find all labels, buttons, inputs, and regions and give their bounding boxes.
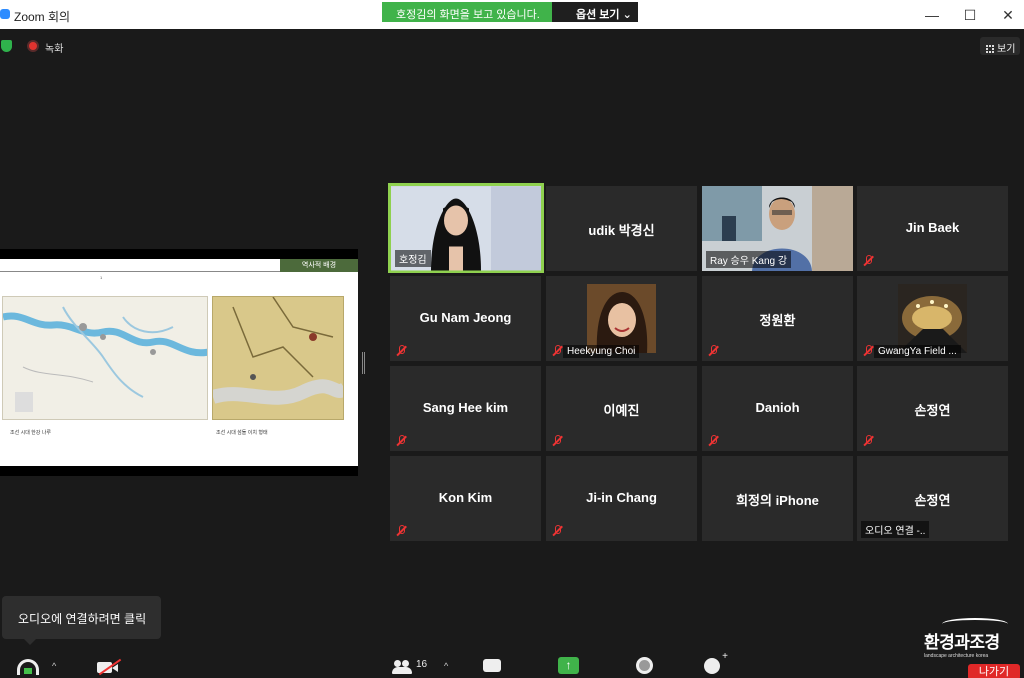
shared-screen[interactable]: 역사적 배경 1 조선 시대 한강 나루 조선 시대 섬돌 이치 형태	[0, 249, 358, 476]
participant-name: Danioh	[755, 400, 800, 415]
participant-tile[interactable]: 호정김	[388, 183, 544, 273]
participant-name: Kon Kim	[438, 490, 493, 505]
participant-tile[interactable]: 이예진	[546, 366, 697, 451]
participant-name: 희정의 iPhone	[736, 493, 819, 508]
participant-avatar	[587, 284, 656, 353]
participant-tile[interactable]: Heekyung Choi	[546, 276, 697, 361]
old-map-image	[212, 296, 344, 420]
mic-muted-icon	[708, 345, 718, 356]
view-button[interactable]: 보기	[980, 37, 1020, 55]
presentation-slide: 역사적 배경 1 조선 시대 한강 나루 조선 시대 섬돌 이치 형태	[0, 259, 358, 466]
share-banner: 호정김의 화면을 보고 있습니다. 옵션 보기 ⌄	[382, 2, 638, 22]
participant-name: GwangYa Field ...	[874, 345, 961, 358]
participant-count: 16	[416, 659, 428, 670]
reactions-icon[interactable]	[704, 651, 728, 674]
mic-muted-icon	[863, 345, 873, 356]
participant-name: Heekyung Choi	[563, 345, 640, 358]
security-shield-icon[interactable]	[1, 40, 12, 52]
participant-tile[interactable]: Danioh	[702, 366, 853, 451]
participant-tile[interactable]: udik 박경신	[546, 186, 697, 271]
participant-name: udik 박경신	[588, 223, 655, 238]
record-indicator-icon	[27, 40, 39, 52]
mic-muted-icon	[396, 345, 406, 356]
join-audio-headphone-icon[interactable]	[17, 659, 39, 675]
mic-muted-icon	[863, 435, 873, 446]
panel-splitter-handle[interactable]	[362, 352, 365, 374]
participant-tile[interactable]: 희정의 iPhone	[702, 456, 853, 541]
grid-view-icon	[986, 45, 994, 53]
slide-header-tag: 역사적 배경	[280, 259, 358, 272]
maximize-button[interactable]: ☐	[960, 5, 980, 25]
slide-page-number: 1	[100, 275, 103, 280]
mic-muted-icon	[552, 435, 562, 446]
publisher-watermark: 환경과조경 landscape architecture korea	[924, 618, 1020, 659]
watermark-subtitle: landscape architecture korea	[924, 653, 989, 659]
participant-name: 정원환	[759, 313, 796, 328]
participant-avatar	[898, 284, 967, 353]
leave-meeting-button[interactable]: 나가기	[968, 664, 1020, 678]
share-screen-icon[interactable]: ↑	[558, 657, 579, 674]
slide-divider	[0, 271, 280, 272]
mic-muted-icon	[396, 525, 406, 536]
mic-muted-icon	[552, 345, 562, 356]
watermark-title: 환경과조경	[924, 633, 1000, 652]
start-video-icon[interactable]	[97, 658, 122, 676]
participant-tile[interactable]: 정원환	[702, 276, 853, 361]
participant-tile[interactable]: Ji-in Chang	[546, 456, 697, 541]
view-label: 보기	[997, 44, 1016, 55]
participant-name: 호정김	[395, 250, 431, 267]
participant-name: Jin Baek	[905, 220, 960, 235]
participant-name: 손정연	[914, 403, 951, 418]
map-caption-left: 조선 시대 한강 나루	[10, 430, 51, 436]
map-caption-right: 조선 시대 섬돌 이치 형태	[216, 430, 268, 436]
share-banner-message: 호정김의 화면을 보고 있습니다.	[382, 2, 552, 22]
chat-icon[interactable]	[483, 659, 501, 672]
participant-name: Ray 승우 Kang 강	[706, 251, 792, 268]
title-bar: Zoom 회의 호정김의 화면을 보고 있습니다. 옵션 보기 ⌄ — ☐ ✕	[0, 0, 1024, 29]
participant-name: 이예진	[603, 403, 640, 418]
watermark-arc	[942, 618, 1008, 630]
record-label: 녹화	[45, 44, 64, 55]
record-icon[interactable]	[636, 657, 653, 674]
participant-name: Gu Nam Jeong	[419, 310, 512, 325]
participant-name: Ji-in Chang	[586, 490, 657, 505]
han-river-map	[2, 296, 208, 420]
participant-tile[interactable]: 손정연	[857, 366, 1008, 451]
participant-tile[interactable]: Kon Kim	[390, 456, 541, 541]
participant-tile[interactable]: Gu Nam Jeong	[390, 276, 541, 361]
audio-connect-tooltip[interactable]: 오디오에 연결하려면 클릭	[2, 596, 161, 645]
participants-icon[interactable]	[392, 660, 414, 674]
participant-name: Sang Hee kim	[422, 400, 509, 415]
mic-muted-icon	[552, 525, 562, 536]
zoom-app-icon	[0, 9, 10, 19]
view-options-button[interactable]: 옵션 보기 ⌄	[552, 2, 638, 22]
mic-muted-icon	[863, 255, 873, 266]
minimize-button[interactable]: —	[922, 5, 942, 25]
mic-muted-icon	[396, 435, 406, 446]
window-title: Zoom 회의	[14, 10, 71, 24]
participant-tile[interactable]: Ray 승우 Kang 강	[702, 186, 853, 271]
participants-options-caret-icon[interactable]: ^	[444, 661, 448, 671]
participant-tile[interactable]: Sang Hee kim	[390, 366, 541, 451]
audio-connecting-status: 오디오 연결 -..	[861, 521, 930, 538]
mic-muted-icon	[708, 435, 718, 446]
audio-options-caret-icon[interactable]: ^	[52, 661, 56, 671]
participant-tile[interactable]: GwangYa Field ...	[857, 276, 1008, 361]
close-button[interactable]: ✕	[998, 5, 1018, 25]
participant-tile[interactable]: Jin Baek	[857, 186, 1008, 271]
participant-name: 손정연	[914, 493, 951, 508]
participant-tile[interactable]: 손정연 오디오 연결 -..	[857, 456, 1008, 541]
